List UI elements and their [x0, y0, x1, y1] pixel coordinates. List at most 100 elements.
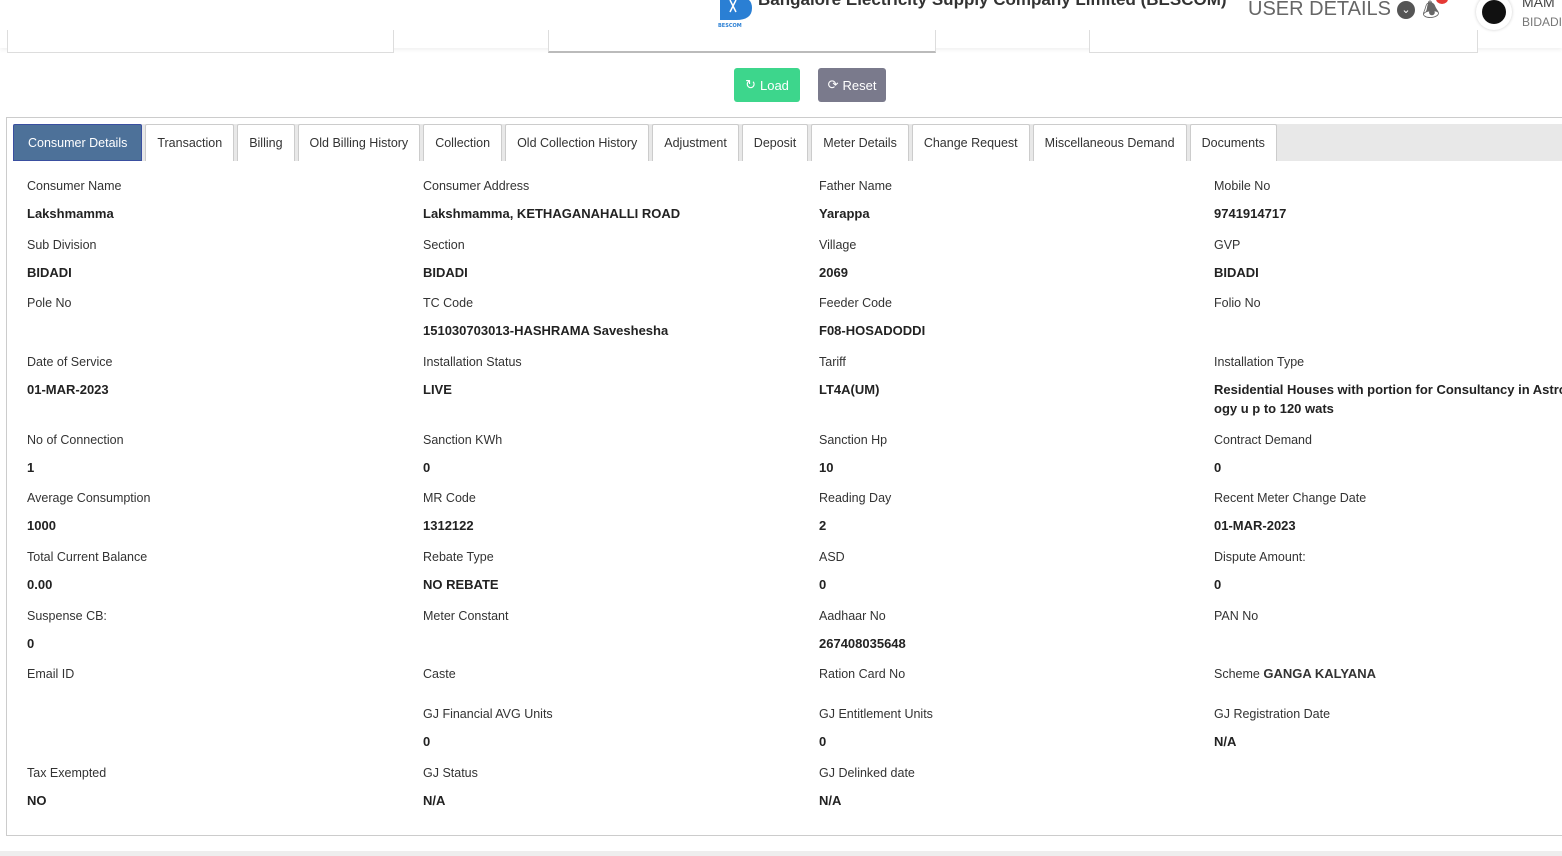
field-pan-no: PAN No — [1214, 609, 1562, 667]
avatar[interactable] — [1476, 0, 1512, 30]
field-value: BIDADI — [27, 265, 72, 280]
field-scheme: Scheme GANGA KALYANA — [1214, 667, 1562, 707]
field-value: 1000 — [27, 518, 56, 533]
field-label: ASD — [819, 550, 845, 564]
filter-field-3[interactable] — [1089, 30, 1478, 53]
field-label: Reading Day — [819, 491, 892, 505]
field-label: Average Consumption — [27, 491, 151, 505]
field-contract-demand: Contract Demand 0 — [1214, 433, 1562, 491]
user-location: BIDADI — [1522, 15, 1562, 29]
field-aadhaar-no: Aadhaar No 267408035648 — [819, 609, 1214, 667]
field-value: BIDADI — [1214, 265, 1259, 280]
field-label: Installation Type — [1214, 355, 1305, 369]
user-name: MAM — [1522, 0, 1555, 10]
field-email-id: Email ID — [27, 667, 423, 707]
field-label: GJ Status — [423, 766, 478, 780]
field-label: Tax Exempted — [27, 766, 107, 780]
field-gj-entitlement-units: GJ Entitlement Units 0 — [819, 707, 1214, 766]
field-sanction-hp: Sanction Hp 10 — [819, 433, 1214, 491]
tab-adjustment[interactable]: Adjustment — [652, 124, 739, 161]
brand-title: Bangalore Electricity Supply Company Lim… — [758, 0, 1227, 10]
filter-field-1[interactable] — [7, 30, 394, 53]
field-label: Consumer Name — [27, 179, 122, 193]
field-label: Ration Card No — [819, 667, 906, 681]
field-installation-status: Installation Status LIVE — [423, 355, 819, 433]
field-value: NO REBATE — [423, 577, 499, 592]
field-label: TC Code — [423, 296, 474, 310]
bell-icon[interactable]: 🕭 — [1422, 0, 1440, 30]
field-gj-status: GJ Status N/A — [423, 766, 819, 810]
tab-meter-details[interactable]: Meter Details — [811, 124, 909, 161]
tab-consumer-details[interactable]: Consumer Details — [13, 124, 143, 161]
field-label: Aadhaar No — [819, 609, 886, 623]
tab-old-collection-history[interactable]: Old Collection History — [505, 124, 650, 161]
tab-miscellaneous-demand[interactable]: Miscellaneous Demand — [1032, 124, 1187, 161]
field-empty — [1214, 766, 1562, 810]
field-value: 2069 — [819, 265, 848, 280]
filter-field-2[interactable] — [548, 30, 936, 53]
field-value: 01-MAR-2023 — [27, 382, 109, 397]
svg-text:BESCOM: BESCOM — [718, 23, 742, 28]
field-value: Lakshmamma, KETHAGANAHALLI ROAD — [423, 206, 681, 221]
tab-transaction[interactable]: Transaction — [145, 124, 235, 161]
tab-old-billing-history[interactable]: Old Billing History — [297, 124, 421, 161]
field-gj-delinked-date: GJ Delinked date N/A — [819, 766, 1214, 810]
field-value: BIDADI — [423, 265, 468, 280]
field-value: 0 — [819, 577, 827, 592]
field-recent-meter-change-date: Recent Meter Change Date 01-MAR-2023 — [1214, 491, 1562, 550]
tab-collection[interactable]: Collection — [423, 124, 503, 161]
field-installation-type: Installation Type Residential Houses with… — [1214, 355, 1562, 433]
field-label: Caste — [423, 667, 456, 681]
field-value: 151030703013-HASHRAMA Saveshesha — [423, 323, 669, 338]
field-label: GJ Registration Date — [1214, 707, 1331, 721]
bescom-logo: BESCOM — [716, 0, 754, 29]
field-label: Mobile No — [1214, 179, 1271, 193]
load-button[interactable]: ↻ Load — [734, 68, 800, 102]
field-meter-constant: Meter Constant — [423, 609, 819, 667]
field-suspense-cb: Suspense CB: 0 — [27, 609, 423, 667]
field-value: LIVE — [423, 382, 452, 397]
field-tc-code: TC Code 151030703013-HASHRAMA Saveshesha — [423, 296, 819, 355]
field-label: Sanction Hp — [819, 433, 888, 447]
field-value: Yarappa — [819, 206, 870, 221]
field-label: Section — [423, 238, 465, 252]
field-value: 267408035648 — [819, 636, 906, 651]
field-value: NO — [27, 793, 47, 808]
tab-change-request[interactable]: Change Request — [911, 124, 1030, 161]
tab-deposit[interactable]: Deposit — [741, 124, 809, 161]
field-gj-financial-avg-units: GJ Financial AVG Units 0 — [423, 707, 819, 766]
tab-documents[interactable]: Documents — [1189, 124, 1277, 161]
field-sanction-kwh: Sanction KWh 0 — [423, 433, 819, 491]
tab-bar: Consumer Details Transaction Billing Old Bi… — [13, 124, 1562, 161]
field-label: Sanction KWh — [423, 433, 503, 447]
field-value: 0 — [819, 734, 827, 749]
field-value: Residential Houses with portion for Cons… — [1214, 382, 1562, 416]
spinner-icon: ↻ — [745, 77, 756, 92]
field-gj-registration-date: GJ Registration Date N/A — [1214, 707, 1562, 766]
field-section: Section BIDADI — [423, 238, 819, 296]
field-value: Lakshmamma — [27, 206, 114, 221]
reset-button[interactable]: ⟳ Reset — [818, 68, 886, 102]
field-label: Consumer Address — [423, 179, 530, 193]
field-label: Total Current Balance — [27, 550, 148, 564]
user-details-label: USER DETAILS — [1248, 0, 1391, 20]
field-label: Village — [819, 238, 857, 252]
field-village: Village 2069 — [819, 238, 1214, 296]
field-value: 2 — [819, 518, 827, 533]
field-no-of-connection: No of Connection 1 — [27, 433, 423, 491]
field-gvp: GVP BIDADI — [1214, 238, 1562, 296]
field-label: Dispute Amount: — [1214, 550, 1306, 564]
field-label: GJ Entitlement Units — [819, 707, 933, 721]
field-value: 0 — [423, 460, 431, 475]
field-label: Meter Constant — [423, 609, 509, 623]
user-details-dropdown[interactable]: USER DETAILS ⌄ — [1248, 0, 1415, 21]
tab-billing[interactable]: Billing — [237, 124, 295, 161]
field-value: 0 — [423, 734, 431, 749]
field-empty — [27, 707, 423, 766]
field-label: Suspense CB: — [27, 609, 107, 623]
field-label: Father Name — [819, 179, 892, 193]
field-value: 10 — [819, 460, 834, 475]
field-mobile-no: Mobile No 9741914717 — [1214, 179, 1562, 238]
field-mr-code: MR Code 1312122 — [423, 491, 819, 550]
field-label: Tariff — [819, 355, 846, 369]
